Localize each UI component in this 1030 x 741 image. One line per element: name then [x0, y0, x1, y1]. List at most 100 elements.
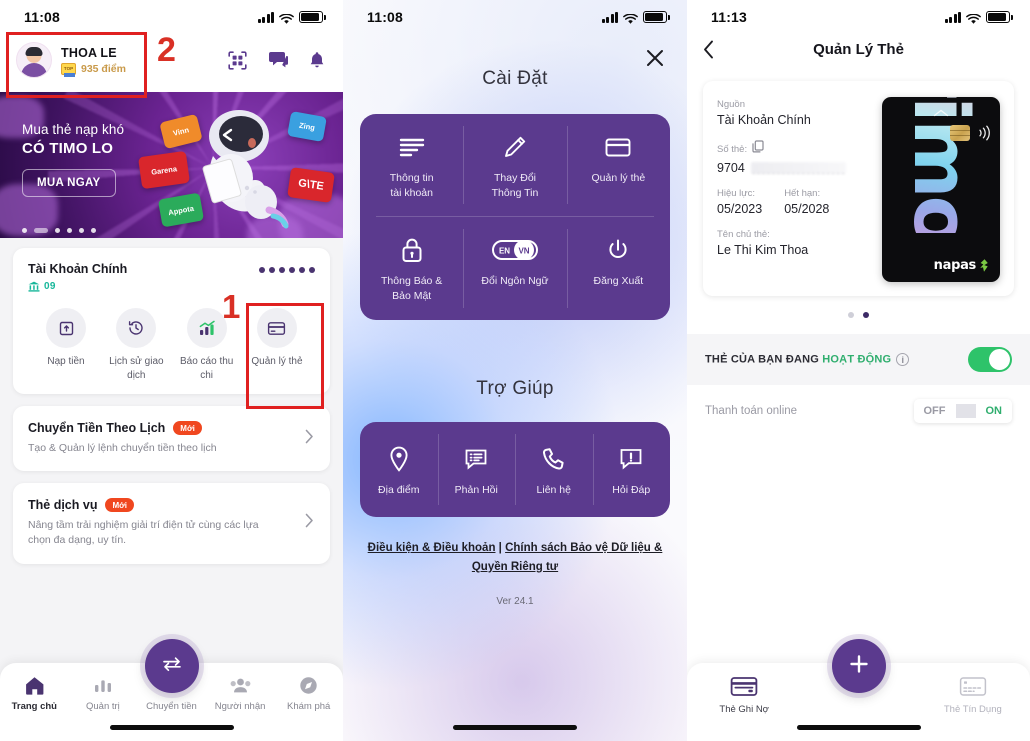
tab-label: Chuyển tiền — [146, 701, 197, 712]
power-icon — [571, 235, 666, 265]
battery-icon — [643, 11, 670, 23]
help-item-label: Phản Hồi — [454, 483, 498, 496]
home-icon — [0, 674, 69, 696]
settings-row-2: Thông Báo & Bảo Mật EN VN Đổi Ngôn Ngữ Đ… — [360, 217, 670, 319]
card-active-toggle[interactable] — [968, 347, 1012, 372]
qr-scan-icon[interactable] — [228, 50, 247, 70]
card-pager — [687, 312, 1030, 318]
tab-label: Thẻ Ghi Nợ — [719, 704, 769, 715]
settings-item-thay-doi-thong-tin[interactable]: Thay Đổi Thông Tin — [463, 114, 566, 216]
tab-label: Quản trị — [85, 701, 120, 712]
help-item-lien-he[interactable]: Liên hệ — [515, 422, 593, 518]
header-icons — [228, 50, 327, 70]
segment-off[interactable]: OFF — [914, 399, 956, 423]
help-title: Trợ Giúp — [476, 377, 554, 399]
settings-item-label: Thông Báo & Bảo Mật — [381, 275, 443, 303]
card-status-text: THẺ CỦA BẠN ĐANG HOẠT ĐỘNG i — [705, 353, 910, 366]
chevron-left-icon[interactable] — [703, 40, 729, 59]
online-payment-segmented[interactable]: OFF ON — [913, 399, 1013, 423]
card-number-label-row: Số thẻ: — [717, 140, 872, 158]
pager-dot[interactable] — [91, 228, 96, 233]
language-toggle-icon: EN VN — [467, 235, 562, 265]
bell-icon[interactable] — [309, 51, 325, 69]
status-bar-3: 11:13 — [687, 0, 1030, 34]
deposit-icon — [46, 308, 86, 348]
settings-item-label: Thông tin tài khoản — [389, 172, 434, 199]
pager-dot-active[interactable] — [863, 312, 869, 318]
card-detail-box: Nguồn Tài Khoản Chính Số thẻ: 9704 Hiệu … — [703, 81, 1014, 296]
tab-the-ghi-no[interactable]: Thẻ Ghi Nợ — [687, 674, 801, 715]
home-indicator — [796, 725, 921, 730]
add-card-fab-button[interactable] — [831, 639, 886, 693]
pencil-icon — [467, 132, 562, 162]
pager-dot[interactable] — [22, 228, 27, 233]
card-artwork[interactable]: timo napas — [882, 97, 1000, 282]
balance-hidden-dots[interactable] — [259, 267, 315, 273]
credit-card-icon — [916, 674, 1030, 698]
segment-on[interactable]: ON — [976, 399, 1013, 423]
service-row-the-dich-vu[interactable]: Thẻ dịch vụ Mới Nâng tầm trải nghiệm giả… — [13, 483, 330, 564]
promo-pager — [22, 228, 96, 233]
close-icon[interactable] — [641, 44, 669, 72]
pager-dot[interactable] — [79, 228, 84, 233]
screenshot-root: 11:08 2 THOA LE TOP 935 điểm Vinn Zing G… — [0, 0, 1030, 741]
card-info: Nguồn Tài Khoản Chính Số thẻ: 9704 Hiệu … — [717, 97, 872, 282]
chat-icon[interactable] — [268, 51, 288, 69]
wifi-icon — [623, 12, 638, 24]
card-icon — [571, 132, 666, 162]
wifi-icon — [966, 12, 981, 24]
phone-icon — [517, 444, 591, 474]
card-number-value-row: 9704 — [717, 161, 872, 175]
status-time: 11:08 — [24, 9, 61, 25]
tab-trang-chu[interactable]: Trang chủ — [0, 674, 69, 712]
transfer-fab-button[interactable] — [144, 639, 199, 693]
service-row-subtitle: Tạo & Quản lý lệnh chuyển tiền theo lịch — [28, 442, 217, 454]
help-panel: Địa điểm Phản Hồi Liên hệ Hỏi Đáp — [360, 421, 670, 518]
card-holder-label: Tên chủ thẻ: — [717, 229, 770, 240]
game-card-gate: G\TE — [287, 167, 335, 203]
settings-item-quan-ly-the[interactable]: Quản lý thẻ — [566, 114, 670, 216]
terms-link[interactable]: Điều kiện & Điều khoản — [368, 542, 496, 554]
quick-action-lich-su[interactable]: Lịch sử giao dịch — [102, 308, 170, 382]
tab-nguoi-nhan[interactable]: Người nhận — [206, 674, 275, 712]
settings-item-thong-tin-tai-khoan[interactable]: Thông tin tài khoản — [360, 114, 463, 216]
highlight-box-card-management — [246, 303, 324, 409]
plus-icon — [848, 653, 870, 680]
signal-icon — [944, 11, 961, 23]
legal-separator: | — [495, 542, 506, 555]
quick-action-nap-tien[interactable]: Nạp tiền — [32, 308, 100, 382]
tab-quan-tri[interactable]: Quản trị — [69, 674, 138, 712]
segment-divider — [955, 404, 976, 418]
copy-icon[interactable] — [752, 140, 764, 158]
pager-dot[interactable] — [67, 228, 72, 233]
help-item-hoi-dap[interactable]: Hỏi Đáp — [592, 422, 671, 518]
settings-item-doi-ngon-ngu[interactable]: EN VN Đổi Ngôn Ngữ — [463, 217, 566, 319]
legal-links: Điều kiện & Điều khoản | Chính sách Bảo … — [343, 539, 687, 576]
tab-label: Người nhận — [214, 701, 266, 712]
settings-panel: Thông tin tài khoản Thay Đổi Thông Tin Quả… — [360, 114, 670, 320]
promo-cta-button[interactable]: MUA NGAY — [22, 169, 116, 197]
pager-dot[interactable] — [848, 312, 854, 318]
bar-chart-icon — [69, 674, 138, 696]
pager-dot-active[interactable] — [34, 228, 48, 233]
settings-item-label: Thay Đổi Thông Tin — [491, 172, 539, 199]
service-row-chuyen-tien-theo-lich[interactable]: Chuyển Tiền Theo Lịch Mới Tạo & Quản lý … — [13, 406, 330, 472]
settings-item-dang-xuat[interactable]: Đăng Xuất — [566, 217, 670, 319]
location-pin-icon — [362, 444, 436, 474]
tab-kham-pha[interactable]: Khám phá — [274, 674, 343, 712]
status-time: 11:08 — [367, 9, 404, 25]
status-bar-2: 11:08 — [343, 0, 687, 34]
settings-item-thong-bao-bao-mat[interactable]: Thông Báo & Bảo Mật — [360, 217, 463, 319]
promo-banner[interactable]: Vinn Zing Garena G\TE Appota Mua thẻ nạp… — [0, 92, 343, 244]
help-item-dia-diem[interactable]: Địa điểm — [360, 422, 438, 518]
help-item-phan-hoi[interactable]: Phản Hồi — [437, 422, 516, 518]
quick-action-label: Báo cáo thu chi — [179, 356, 234, 381]
report-chart-icon — [186, 308, 227, 348]
wifi-icon — [279, 12, 294, 24]
pager-dot[interactable] — [55, 228, 60, 233]
nav-bar-3: Quản Lý Thẻ — [687, 34, 1030, 73]
tab-the-tin-dung[interactable]: Thẻ Tín Dụng — [916, 674, 1030, 715]
signal-icon — [257, 11, 274, 23]
help-row: Địa điểm Phản Hồi Liên hệ Hỏi Đáp — [360, 422, 670, 518]
info-icon[interactable]: i — [896, 353, 910, 366]
